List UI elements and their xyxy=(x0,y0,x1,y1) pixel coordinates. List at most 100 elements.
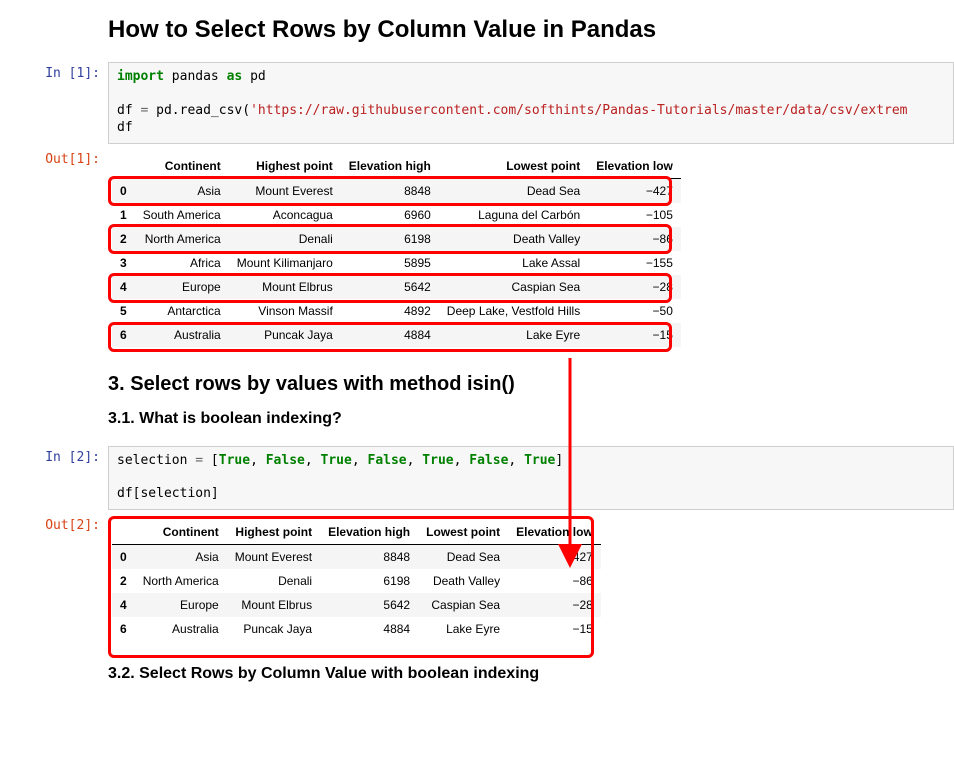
cell: Australia xyxy=(135,323,229,347)
cell: −50 xyxy=(588,299,681,323)
prompt-out-2: Out[2]: xyxy=(0,514,108,641)
cell-1-input: In [1]: import pandas as pd df = pd.read… xyxy=(0,62,954,144)
row-index: 3 xyxy=(112,251,135,275)
cell: Aconcagua xyxy=(229,203,341,227)
cell: Dead Sea xyxy=(418,545,508,570)
cell: 4884 xyxy=(320,617,418,641)
section-3-2-heading: 3.2. Select Rows by Column Value with bo… xyxy=(108,665,954,683)
table-row: 4EuropeMount Elbrus5642Caspian Sea−28 xyxy=(112,275,681,299)
column-header: Continent xyxy=(135,154,229,179)
cell: −427 xyxy=(508,545,601,570)
page-title: How to Select Rows by Column Value in Pa… xyxy=(108,16,954,44)
cell: Mount Everest xyxy=(227,545,320,570)
cell: Europe xyxy=(135,593,227,617)
column-header: Elevation low xyxy=(508,520,601,545)
cell: Denali xyxy=(227,569,320,593)
cell: Mount Kilimanjaro xyxy=(229,251,341,275)
table-row: 4EuropeMount Elbrus5642Caspian Sea−28 xyxy=(112,593,601,617)
cell: Lake Eyre xyxy=(418,617,508,641)
column-header: Lowest point xyxy=(418,520,508,545)
cell: −15 xyxy=(508,617,601,641)
prompt-in-2: In [2]: xyxy=(0,446,108,511)
column-header xyxy=(112,520,135,545)
table-row: 5AntarcticaVinson Massif4892Deep Lake, V… xyxy=(112,299,681,323)
cell: 6198 xyxy=(341,227,439,251)
column-header xyxy=(112,154,135,179)
cell: 5895 xyxy=(341,251,439,275)
cell: 4892 xyxy=(341,299,439,323)
output-table-2: ContinentHighest pointElevation highLowe… xyxy=(112,520,601,641)
notebook: How to Select Rows by Column Value in Pa… xyxy=(0,0,954,683)
cell-1-output: Out[1]: ContinentHighest pointElevation … xyxy=(0,148,954,347)
cell: Antarctica xyxy=(135,299,229,323)
cell: Dead Sea xyxy=(439,178,588,203)
row-index: 4 xyxy=(112,275,135,299)
cell: Europe xyxy=(135,275,229,299)
table-row: 6AustraliaPuncak Jaya4884Lake Eyre−15 xyxy=(112,617,601,641)
cell: Denali xyxy=(229,227,341,251)
section-3-heading: 3. Select rows by values with method isi… xyxy=(108,373,954,396)
cell: Africa xyxy=(135,251,229,275)
cell: North America xyxy=(135,569,227,593)
table-row: 3AfricaMount Kilimanjaro5895Lake Assal−1… xyxy=(112,251,681,275)
table-row: 2North AmericaDenali6198Death Valley−86 xyxy=(112,227,681,251)
row-index: 2 xyxy=(112,227,135,251)
cell: −15 xyxy=(588,323,681,347)
cell: Mount Elbrus xyxy=(229,275,341,299)
cell: North America xyxy=(135,227,229,251)
cell: 6198 xyxy=(320,569,418,593)
cell: Australia xyxy=(135,617,227,641)
cell: Asia xyxy=(135,545,227,570)
cell: 5642 xyxy=(341,275,439,299)
cell: −155 xyxy=(588,251,681,275)
row-index: 0 xyxy=(112,178,135,203)
column-header: Elevation low xyxy=(588,154,681,179)
cell: Laguna del Carbón xyxy=(439,203,588,227)
cell: Lake Assal xyxy=(439,251,588,275)
cell: −105 xyxy=(588,203,681,227)
cell: 4884 xyxy=(341,323,439,347)
table-row: 2North AmericaDenali6198Death Valley−86 xyxy=(112,569,601,593)
cell: Asia xyxy=(135,178,229,203)
table-row: 1South AmericaAconcagua6960Laguna del Ca… xyxy=(112,203,681,227)
output-table-1: ContinentHighest pointElevation highLowe… xyxy=(112,154,681,347)
row-index: 6 xyxy=(112,617,135,641)
cell: Lake Eyre xyxy=(439,323,588,347)
column-header: Elevation high xyxy=(341,154,439,179)
cell: −86 xyxy=(588,227,681,251)
cell: 8848 xyxy=(341,178,439,203)
cell: Mount Elbrus xyxy=(227,593,320,617)
column-header: Lowest point xyxy=(439,154,588,179)
section-3-1-heading: 3.1. What is boolean indexing? xyxy=(108,410,954,428)
cell: −427 xyxy=(588,178,681,203)
table-row: 0AsiaMount Everest8848Dead Sea−427 xyxy=(112,178,681,203)
row-index: 0 xyxy=(112,545,135,570)
row-index: 2 xyxy=(112,569,135,593)
cell: Puncak Jaya xyxy=(227,617,320,641)
code-input-2[interactable]: selection = [True, False, True, False, T… xyxy=(108,446,954,511)
cell: Death Valley xyxy=(418,569,508,593)
cell: 8848 xyxy=(320,545,418,570)
cell: Mount Everest xyxy=(229,178,341,203)
cell: −28 xyxy=(508,593,601,617)
column-header: Highest point xyxy=(229,154,341,179)
cell: Death Valley xyxy=(439,227,588,251)
cell: Caspian Sea xyxy=(439,275,588,299)
cell: Puncak Jaya xyxy=(229,323,341,347)
code-input-1[interactable]: import pandas as pd df = pd.read_csv('ht… xyxy=(108,62,954,144)
cell-2-input: In [2]: selection = [True, False, True, … xyxy=(0,446,954,511)
table-row: 0AsiaMount Everest8848Dead Sea−427 xyxy=(112,545,601,570)
row-index: 4 xyxy=(112,593,135,617)
cell: Caspian Sea xyxy=(418,593,508,617)
cell: South America xyxy=(135,203,229,227)
cell: −28 xyxy=(588,275,681,299)
cell: Deep Lake, Vestfold Hills xyxy=(439,299,588,323)
table-row: 6AustraliaPuncak Jaya4884Lake Eyre−15 xyxy=(112,323,681,347)
cell: −86 xyxy=(508,569,601,593)
cell-2-output: Out[2]: ContinentHighest pointElevation … xyxy=(0,514,954,641)
cell: 5642 xyxy=(320,593,418,617)
row-index: 1 xyxy=(112,203,135,227)
cell: 6960 xyxy=(341,203,439,227)
prompt-out-1: Out[1]: xyxy=(0,148,108,347)
column-header: Highest point xyxy=(227,520,320,545)
